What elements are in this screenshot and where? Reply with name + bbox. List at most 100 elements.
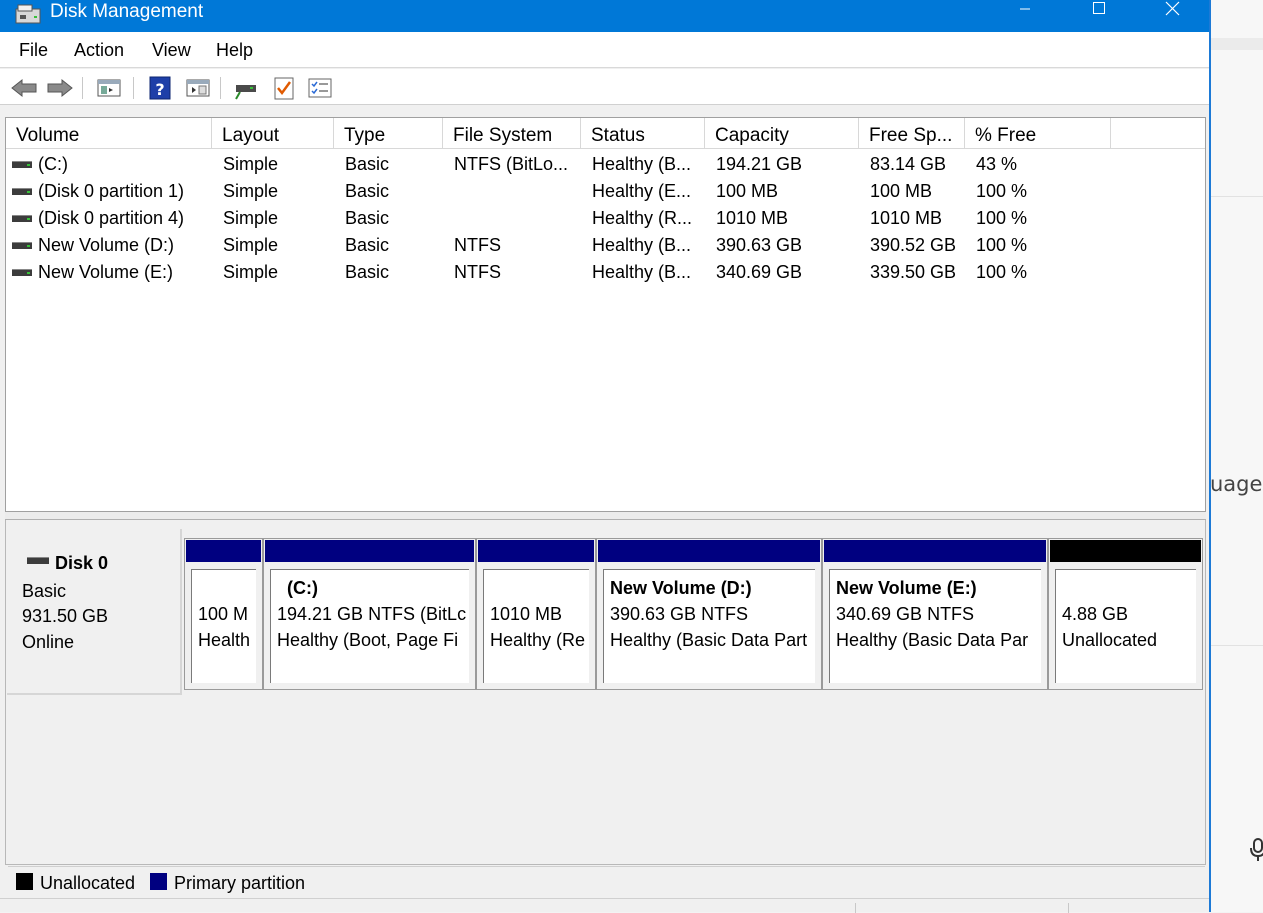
partition-size: 194.21 GB NTFS (BitLc — [277, 604, 467, 624]
menu-file[interactable]: File — [19, 40, 48, 61]
cell-status: Healthy (B... — [592, 235, 692, 255]
table-row[interactable]: (Disk 0 partition 1) Simple Basic Health… — [6, 178, 1205, 205]
menu-help[interactable]: Help — [216, 40, 253, 61]
volume-disk-icon — [12, 269, 32, 276]
column-header-file-system[interactable]: File System — [443, 118, 581, 149]
microphone-icon[interactable] — [1250, 838, 1263, 868]
console-tree-icon[interactable] — [95, 74, 123, 102]
cell-volume: (Disk 0 partition 4) — [38, 208, 185, 228]
pane-splitter[interactable] — [5, 512, 1206, 520]
forward-arrow-icon[interactable] — [46, 74, 74, 102]
partition-color-bar — [186, 540, 261, 562]
disk-management-window: Disk Management File Action View Help ? — [0, 0, 1211, 913]
toolbar: ? — [0, 69, 1209, 105]
partition-status: Healthy (Re — [490, 630, 586, 650]
legend-swatch-unallocated — [16, 873, 33, 890]
disk-size: 931.50 GB — [22, 606, 109, 626]
cell-status: Healthy (B... — [592, 262, 692, 282]
partition-block[interactable]: New Volume (D:) 390.63 GB NTFS Healthy (… — [596, 538, 822, 690]
volume-disk-icon — [12, 215, 32, 222]
partition-info: 1010 MB Healthy (Re — [483, 569, 589, 683]
cell-percent-free: 100 % — [976, 262, 1028, 282]
details-list-icon[interactable] — [306, 74, 334, 102]
svg-text:?: ? — [155, 80, 164, 99]
cell-free-space: 83.14 GB — [870, 154, 947, 174]
column-header-free-space[interactable]: Free Sp... — [859, 118, 965, 149]
menu-view[interactable]: View — [152, 40, 191, 61]
disk-name: Disk 0 — [55, 553, 109, 573]
partition-title: (C:) — [287, 578, 318, 598]
background-app-text: uage — [1210, 472, 1263, 496]
table-row[interactable]: New Volume (D:) Simple Basic NTFS Health… — [6, 232, 1205, 259]
partition-color-bar — [598, 540, 820, 562]
toolbar-separator — [82, 77, 83, 99]
unallocated-block[interactable]: 4.88 GB Unallocated — [1048, 538, 1203, 690]
partition-info: 100 M Health — [191, 569, 256, 683]
disk-0-label[interactable]: Disk 0 Basic 931.50 GB Online — [7, 529, 182, 695]
partition-info: New Volume (D:) 390.63 GB NTFS Healthy (… — [603, 569, 815, 683]
partition-status: Healthy (Boot, Page Fi — [277, 630, 459, 650]
status-bar — [0, 898, 1209, 913]
cell-file-system: NTFS — [454, 235, 501, 255]
help-icon[interactable]: ? — [146, 74, 174, 102]
window-title: Disk Management — [50, 1, 204, 22]
cell-layout: Simple — [223, 262, 279, 282]
cell-type: Basic — [345, 262, 390, 282]
volume-list[interactable]: Volume Layout Type File System Status Ca… — [5, 117, 1206, 512]
cell-percent-free: 100 % — [976, 235, 1028, 255]
cell-status: Healthy (B... — [592, 154, 692, 174]
disk-icon — [27, 557, 49, 564]
cell-type: Basic — [345, 208, 390, 228]
volume-disk-icon — [12, 242, 32, 249]
minimize-button[interactable] — [990, 0, 1060, 32]
back-arrow-icon[interactable] — [10, 74, 38, 102]
partition-block[interactable]: (C:) 194.21 GB NTFS (BitLc Healthy (Boot… — [263, 538, 476, 690]
connect-disk-icon[interactable] — [232, 74, 260, 102]
column-header-layout[interactable]: Layout — [212, 118, 334, 149]
volume-list-header: Volume Layout Type File System Status Ca… — [6, 118, 1205, 149]
checklist-icon[interactable] — [270, 74, 298, 102]
legend-swatch-primary — [150, 873, 167, 890]
column-header-percent-free[interactable]: % Free — [965, 118, 1111, 149]
cell-volume: (C:) — [38, 154, 68, 174]
cell-file-system: NTFS — [454, 262, 501, 282]
legend-label-primary: Primary partition — [174, 873, 306, 893]
cell-status: Healthy (E... — [592, 181, 692, 201]
partition-block[interactable]: 1010 MB Healthy (Re — [476, 538, 596, 690]
toolbar-separator — [133, 77, 134, 99]
column-header-capacity[interactable]: Capacity — [705, 118, 859, 149]
menu-action[interactable]: Action — [74, 40, 124, 61]
table-row[interactable]: (Disk 0 partition 4) Simple Basic Health… — [6, 205, 1205, 232]
cell-capacity: 1010 MB — [716, 208, 789, 228]
cell-free-space: 339.50 GB — [870, 262, 957, 282]
cell-type: Basic — [345, 235, 390, 255]
partition-color-bar — [1050, 540, 1201, 562]
cell-capacity: 340.69 GB — [716, 262, 803, 282]
partition-status: Healthy (Basic Data Par — [836, 630, 1029, 650]
column-header-type[interactable]: Type — [334, 118, 443, 149]
cell-layout: Simple — [223, 235, 279, 255]
cell-layout: Simple — [223, 181, 279, 201]
maximize-button[interactable] — [1063, 0, 1133, 32]
column-header-volume[interactable]: Volume — [6, 118, 212, 149]
partition-title: New Volume (D:) — [610, 578, 752, 598]
divider — [1210, 645, 1263, 646]
cell-percent-free: 100 % — [976, 181, 1028, 201]
column-header-status[interactable]: Status — [581, 118, 705, 149]
close-button[interactable] — [1137, 0, 1207, 32]
cell-file-system: NTFS (BitLo... — [454, 154, 569, 174]
partition-color-bar — [478, 540, 594, 562]
partition-block[interactable]: New Volume (E:) 340.69 GB NTFS Healthy (… — [822, 538, 1048, 690]
partition-info: New Volume (E:) 340.69 GB NTFS Healthy (… — [829, 569, 1041, 683]
partition-size: 1010 MB — [490, 604, 563, 624]
cell-capacity: 390.63 GB — [716, 235, 803, 255]
cell-percent-free: 100 % — [976, 208, 1028, 228]
properties-icon[interactable] — [184, 74, 212, 102]
partition-block[interactable]: 100 M Health — [184, 538, 263, 690]
toolbar-separator — [220, 77, 221, 99]
partition-size: 100 M — [198, 604, 249, 624]
title-bar[interactable]: Disk Management — [0, 0, 1209, 32]
partition-info: (C:) 194.21 GB NTFS (BitLc Healthy (Boot… — [270, 569, 469, 683]
table-row[interactable]: (C:) Simple Basic NTFS (BitLo... Healthy… — [6, 151, 1205, 178]
table-row[interactable]: New Volume (E:) Simple Basic NTFS Health… — [6, 259, 1205, 286]
